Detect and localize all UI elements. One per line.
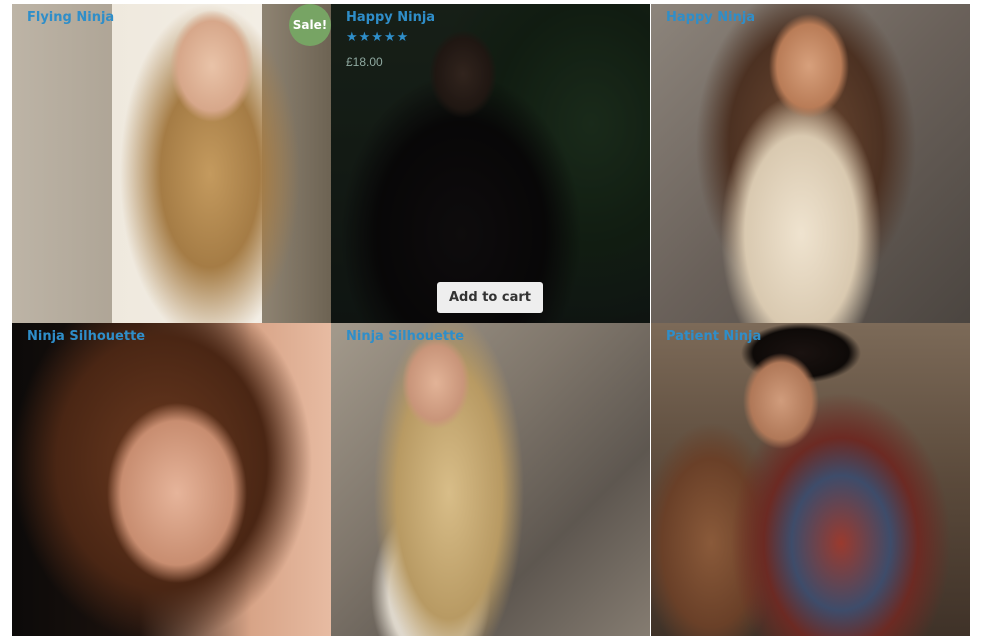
product-card[interactable]: Patient Ninja [651, 323, 970, 636]
product-price: £18.00 [346, 55, 383, 69]
product-title[interactable]: Patient Ninja [666, 329, 761, 344]
sale-badge: Sale! [289, 4, 331, 46]
product-image[interactable] [651, 323, 970, 636]
product-card[interactable]: Happy Ninja [651, 4, 970, 323]
product-card[interactable]: Ninja Silhouette [12, 323, 331, 636]
product-title[interactable]: Flying Ninja [27, 10, 114, 25]
product-title[interactable]: Ninja Silhouette [27, 329, 145, 344]
product-image[interactable] [12, 4, 331, 323]
product-grid: Flying Ninja Sale! Happy Ninja ★★★★★ £18… [12, 4, 971, 636]
product-card[interactable]: Flying Ninja Sale! [12, 4, 331, 323]
product-image[interactable] [331, 323, 650, 636]
add-to-cart-button[interactable]: Add to cart [437, 282, 543, 313]
hover-overlay [331, 4, 650, 323]
product-title[interactable]: Ninja Silhouette [346, 329, 464, 344]
product-image[interactable] [651, 4, 970, 323]
product-title[interactable]: Happy Ninja [666, 10, 755, 25]
product-card[interactable]: Happy Ninja ★★★★★ £18.00 Add to cart [331, 4, 650, 323]
product-title[interactable]: Happy Ninja [346, 10, 435, 25]
product-image[interactable] [12, 323, 331, 636]
star-rating: ★★★★★ [346, 29, 410, 44]
product-card[interactable]: Ninja Silhouette [331, 323, 650, 636]
